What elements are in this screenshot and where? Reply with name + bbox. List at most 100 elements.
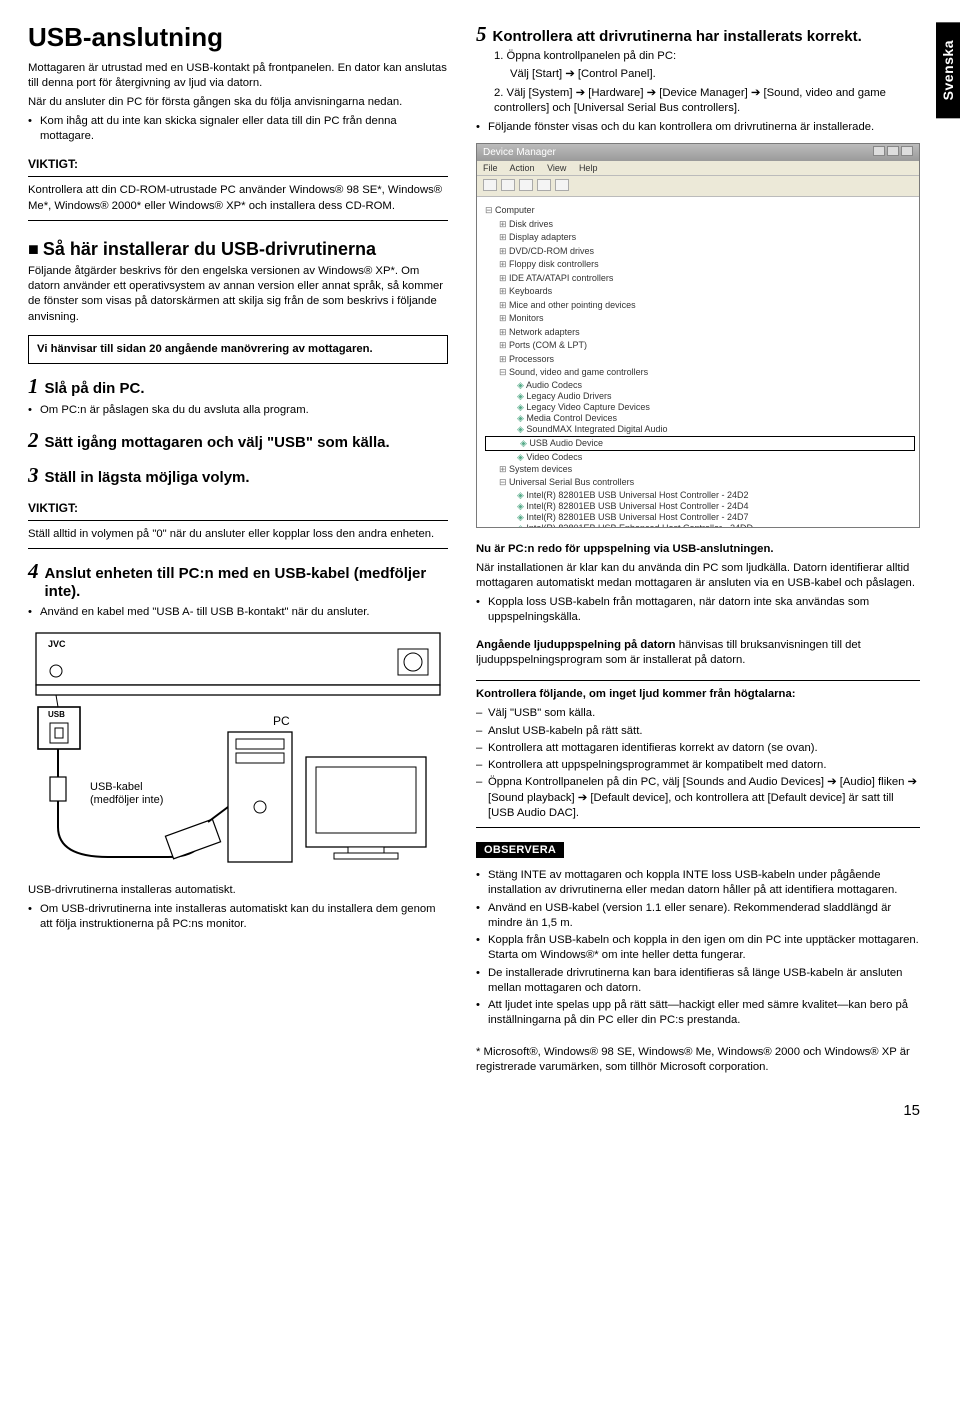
step5-bullet: Följande fönster visas och du kan kontro… — [476, 120, 920, 135]
language-tab: Svenska — [936, 22, 960, 118]
install-para: Följande åtgärder beskrivs för den engel… — [28, 264, 448, 325]
tree-svgc: Sound, video and game controllers — [485, 366, 915, 380]
observe-label: OBSERVERA — [476, 842, 564, 858]
section-install-title: Så här installerar du USB-drivrutinerna — [43, 239, 376, 259]
observe-item: Koppla från USB-kabeln och koppla in den… — [476, 933, 920, 964]
tree-item: Keyboards — [485, 285, 915, 299]
note-box-reference: Vi hänvisar till sidan 20 angående manöv… — [28, 335, 448, 364]
observe-item: Att ljudet inte spelas upp på rätt sätt—… — [476, 998, 920, 1029]
tree-item: System devices — [485, 463, 915, 477]
section-install-drivers: ■Så här installerar du USB-drivrutinerna — [28, 239, 448, 260]
tree-leaf: Intel(R) 82801EB USB Universal Host Cont… — [485, 490, 915, 501]
tree-item: Mice and other pointing devices — [485, 299, 915, 313]
important-text-2: Ställ alltid in volymen på "0" när du an… — [28, 527, 448, 542]
step-number: 5 — [476, 22, 487, 47]
observe-item: Använd en USB-kabel (version 1.1 eller s… — [476, 901, 920, 932]
tree-item: Network adapters — [485, 326, 915, 340]
tree-item: Disk drives — [485, 218, 915, 232]
tree-item: Floppy disk controllers — [485, 258, 915, 272]
square-bullet-icon: ■ — [28, 239, 39, 259]
step5-sub1a: 1. Öppna kontrollpanelen på din PC: — [494, 49, 920, 64]
tree-computer: Computer — [485, 204, 915, 218]
diagram-pc-label: PC — [273, 714, 290, 728]
tree-leaf: Audio Codecs — [485, 380, 915, 391]
tree-leaf: SoundMAX Integrated Digital Audio — [485, 424, 915, 435]
important-label-2: VIKTIGT: — [28, 500, 448, 516]
tree-usb: Universal Serial Bus controllers — [485, 476, 915, 490]
step-2-title: Sätt igång mottagaren och välj "USB" som… — [45, 434, 390, 452]
tree-leaf: Video Codecs — [485, 452, 915, 463]
check-item: Öppna Kontrollpanelen på din PC, välj [S… — [476, 775, 920, 821]
step5-sub2: 2. Välj [System] ➔ [Hardware] ➔ [Device … — [494, 86, 920, 117]
tree-leaf: Legacy Audio Drivers — [485, 391, 915, 402]
angaende-bold: Angående ljuduppspelning på datorn — [476, 639, 676, 651]
step-1-bullet: Om PC:n är påslagen ska du du avsluta al… — [28, 403, 448, 418]
left-column: USB-anslutning Mottagaren är utrustad me… — [28, 22, 448, 1078]
ready-bullet: Koppla loss USB-kabeln från mottagaren, … — [476, 595, 920, 626]
step-1-title: Slå på din PC. — [45, 380, 145, 398]
page-number: 15 — [28, 1102, 920, 1119]
device-manager-window: Device Manager File Action View Help Com… — [476, 143, 920, 528]
observe-item: Stäng INTE av mottagaren och koppla INTE… — [476, 868, 920, 899]
step-3: 3 Ställ in lägsta möjliga volym. — [28, 463, 448, 488]
step-4: 4 Anslut enheten till PC:n med en USB-ka… — [28, 559, 448, 601]
step-number: 2 — [28, 428, 39, 453]
step-4-bullet: Använd en kabel med "USB A- till USB B-k… — [28, 605, 448, 620]
step-5: 5 Kontrollera att drivrutinerna har inst… — [476, 22, 920, 47]
tree-leaf: Intel(R) 82801EB USB Enhanced Host Contr… — [485, 523, 915, 528]
check-item: Kontrollera att mottagaren identifieras … — [476, 741, 920, 756]
check-item: Anslut USB-kabeln på rätt sätt. — [476, 724, 920, 739]
angaende-para: Angående ljuduppspelning på datorn hänvi… — [476, 638, 920, 669]
menu-file: File — [483, 163, 498, 173]
step-number: 1 — [28, 374, 39, 399]
tree-leaf-highlight: USB Audio Device — [488, 438, 912, 449]
diagram-usb-label: USB — [48, 710, 65, 719]
tree-item: Monitors — [485, 312, 915, 326]
observe-item: De installerade drivrutinerna kan bara i… — [476, 966, 920, 997]
devmgr-toolbar — [477, 176, 919, 197]
ready-para: När installationen är klar kan du använd… — [476, 561, 920, 592]
diagram-cable-label: USB-kabel — [90, 781, 143, 793]
tree-item: IDE ATA/ATAPI controllers — [485, 272, 915, 286]
tree-leaf: Intel(R) 82801EB USB Universal Host Cont… — [485, 512, 915, 523]
trademark-footnote: * Microsoft®, Windows® 98 SE, Windows® M… — [476, 1045, 920, 1076]
page-title: USB-anslutning — [28, 22, 448, 53]
ready-heading: Nu är PC:n redo för uppspelning via USB-… — [476, 542, 920, 557]
devmgr-title-text: Device Manager — [483, 147, 556, 158]
tree-item: Processors — [485, 353, 915, 367]
tree-item: Display adapters — [485, 231, 915, 245]
devmgr-menubar: File Action View Help — [477, 161, 919, 176]
tree-leaf: Media Control Devices — [485, 413, 915, 424]
tree-leaf: Intel(R) 82801EB USB Universal Host Cont… — [485, 501, 915, 512]
menu-action: Action — [510, 163, 535, 173]
step-number: 4 — [28, 559, 39, 584]
step5-sub1b: Välj [Start] ➔ [Control Panel]. — [510, 67, 920, 82]
right-column: 5 Kontrollera att drivrutinerna har inst… — [476, 22, 920, 1078]
step-1: 1 Slå på din PC. — [28, 374, 448, 399]
svg-text:(medföljer inte): (medföljer inte) — [90, 794, 163, 806]
check-item: Kontrollera att uppspelningsprogrammet ä… — [476, 758, 920, 773]
auto-install-text: USB-drivrutinerna installeras automatisk… — [28, 883, 448, 898]
menu-view: View — [547, 163, 566, 173]
diagram-jvc-label: JVC — [48, 639, 66, 649]
tree-item: DVD/CD-ROM drives — [485, 245, 915, 259]
important-text-1: Kontrollera att din CD-ROM-utrustade PC … — [28, 183, 448, 214]
window-buttons — [871, 146, 913, 159]
tree-item: Ports (COM & LPT) — [485, 339, 915, 353]
step-5-title: Kontrollera att drivrutinerna har instal… — [493, 28, 862, 46]
manual-install-bullet: Om USB-drivrutinerna inte installeras au… — [28, 902, 448, 933]
devmgr-titlebar: Device Manager — [477, 144, 919, 161]
step-2: 2 Sätt igång mottagaren och välj "USB" s… — [28, 428, 448, 453]
menu-help: Help — [579, 163, 598, 173]
intro-para-1: Mottagaren är utrustad med en USB-kontak… — [28, 61, 448, 92]
intro-para-2: När du ansluter din PC för första gången… — [28, 95, 448, 110]
tree-leaf: Legacy Video Capture Devices — [485, 402, 915, 413]
step-4-title: Anslut enheten till PC:n med en USB-kabe… — [45, 565, 449, 601]
check-item: Välj "USB" som källa. — [476, 706, 920, 721]
devmgr-tree: Computer Disk drives Display adapters DV… — [477, 197, 919, 527]
intro-bullet: Kom ihåg att du inte kan skicka signaler… — [28, 114, 448, 145]
step-number: 3 — [28, 463, 39, 488]
important-label-1: VIKTIGT: — [28, 156, 448, 172]
check-heading: Kontrollera följande, om inget ljud komm… — [476, 687, 920, 702]
connection-diagram: JVC USB USB-kabel (medföljer inte) PC — [28, 627, 448, 877]
